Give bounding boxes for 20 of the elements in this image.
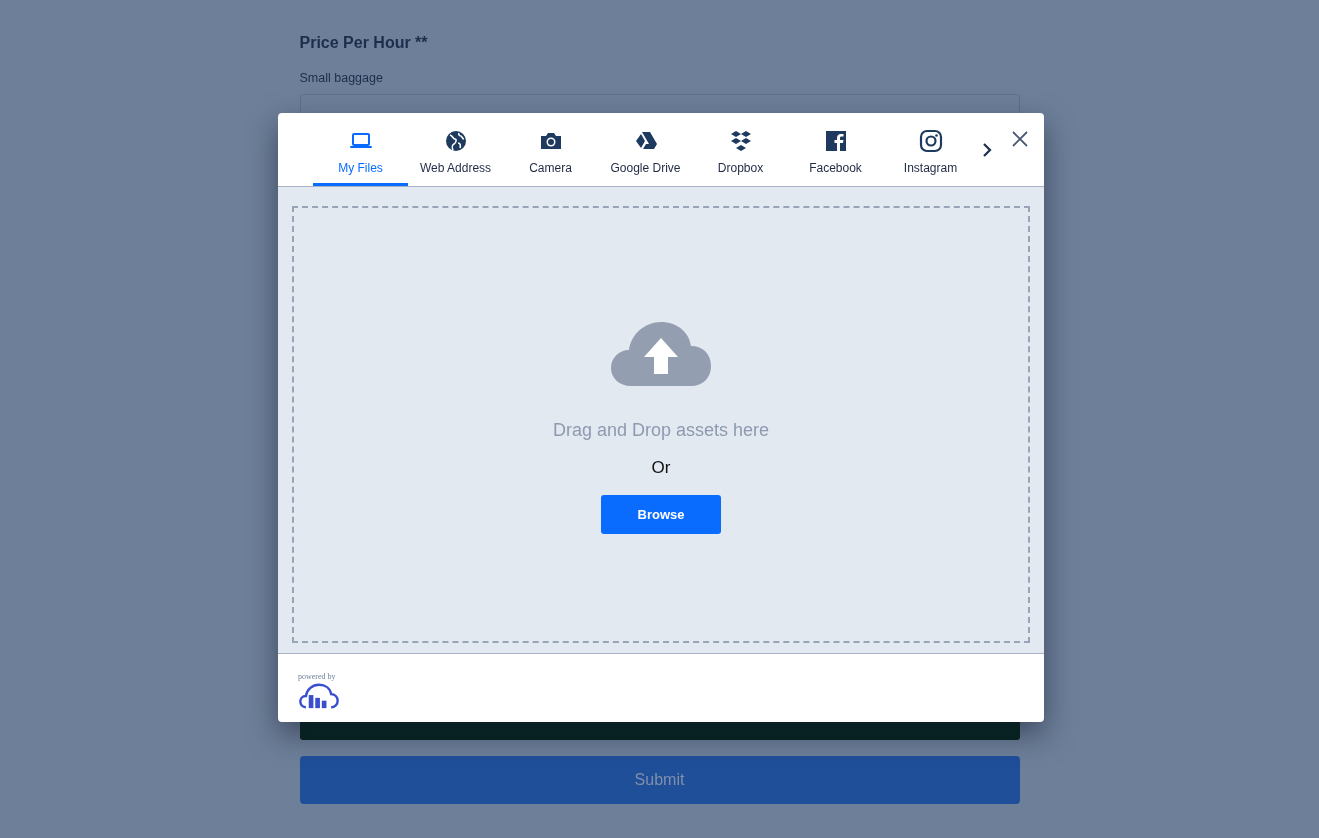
source-tab[interactable]: Camera <box>503 113 598 186</box>
section-heading: Price Per Hour ** <box>299 34 429 52</box>
cloud-logo-icon <box>298 682 340 710</box>
drop-prompt: Drag and Drop assets here <box>552 420 770 441</box>
browse-button[interactable]: Browse <box>601 495 721 534</box>
source-tab[interactable]: Facebook <box>788 113 883 186</box>
camera-outline-icon <box>918 129 943 153</box>
source-tab[interactable]: Instagram <box>883 113 978 186</box>
chevron-right-icon[interactable] <box>981 142 993 158</box>
field-label: Small baggage <box>299 71 384 85</box>
source-tab[interactable]: Dropbox <box>693 113 788 186</box>
drop-zone[interactable]: Drag and Drop assets here Or Browse <box>292 206 1030 643</box>
globe-icon <box>443 129 468 153</box>
powered-by-text: powered by <box>298 672 336 681</box>
f-logo-icon <box>823 129 848 153</box>
source-tab[interactable]: Google Drive <box>598 113 693 186</box>
or-text: Or <box>651 458 671 478</box>
source-tab[interactable]: Web Address <box>408 113 503 186</box>
close-icon[interactable] <box>1012 131 1028 147</box>
cloud-upload-icon <box>611 320 711 388</box>
